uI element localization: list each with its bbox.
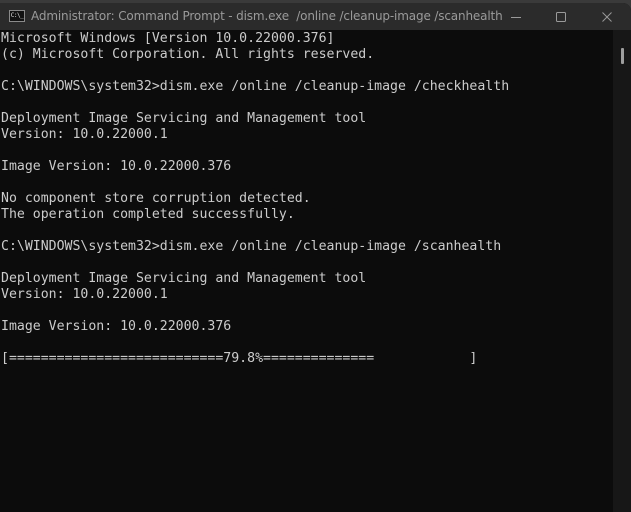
console-line: Microsoft Windows [Version 10.0.22000.37…	[1, 31, 335, 46]
vertical-scrollbar[interactable]	[613, 30, 631, 512]
title-bar[interactable]: C:\_ Administrator: Command Prompt - dis…	[0, 3, 631, 30]
console-line: Version: 10.0.22000.1	[1, 287, 168, 302]
console-line: Deployment Image Servicing and Managemen…	[1, 111, 367, 126]
minimize-icon	[511, 16, 521, 18]
console-line: C:\WINDOWS\system32>dism.exe /online /cl…	[1, 239, 502, 254]
scrollbar-thumb[interactable]	[621, 48, 624, 64]
console-line: Image Version: 10.0.22000.376	[1, 159, 232, 174]
close-button[interactable]	[585, 3, 629, 30]
close-icon	[602, 11, 612, 22]
maximize-icon	[556, 11, 566, 22]
console-line: The operation completed successfully.	[1, 207, 295, 222]
console-line: (c) Microsoft Corporation. All rights re…	[1, 47, 375, 62]
console-line: No component store corruption detected.	[1, 191, 311, 206]
command-prompt-window: C:\_ Administrator: Command Prompt - dis…	[0, 3, 631, 512]
cmd-app-icon[interactable]: C:\_	[9, 10, 25, 22]
console-line: Deployment Image Servicing and Managemen…	[1, 271, 367, 286]
maximize-button[interactable]	[539, 3, 583, 30]
minimize-button[interactable]	[494, 3, 538, 30]
console-text: Microsoft Windows [Version 10.0.22000.37…	[0, 30, 613, 367]
window-title: Administrator: Command Prompt - dism.exe…	[31, 9, 503, 23]
progress-bar-line: [===========================79.8%=======…	[1, 351, 478, 366]
console-line: Image Version: 10.0.22000.376	[1, 319, 232, 334]
console-line: C:\WINDOWS\system32>dism.exe /online /cl…	[1, 79, 510, 94]
cmd-app-icon-glyph: C:\_	[10, 12, 24, 19]
console-line: Version: 10.0.22000.1	[1, 127, 168, 142]
console-output[interactable]: Microsoft Windows [Version 10.0.22000.37…	[0, 30, 613, 512]
